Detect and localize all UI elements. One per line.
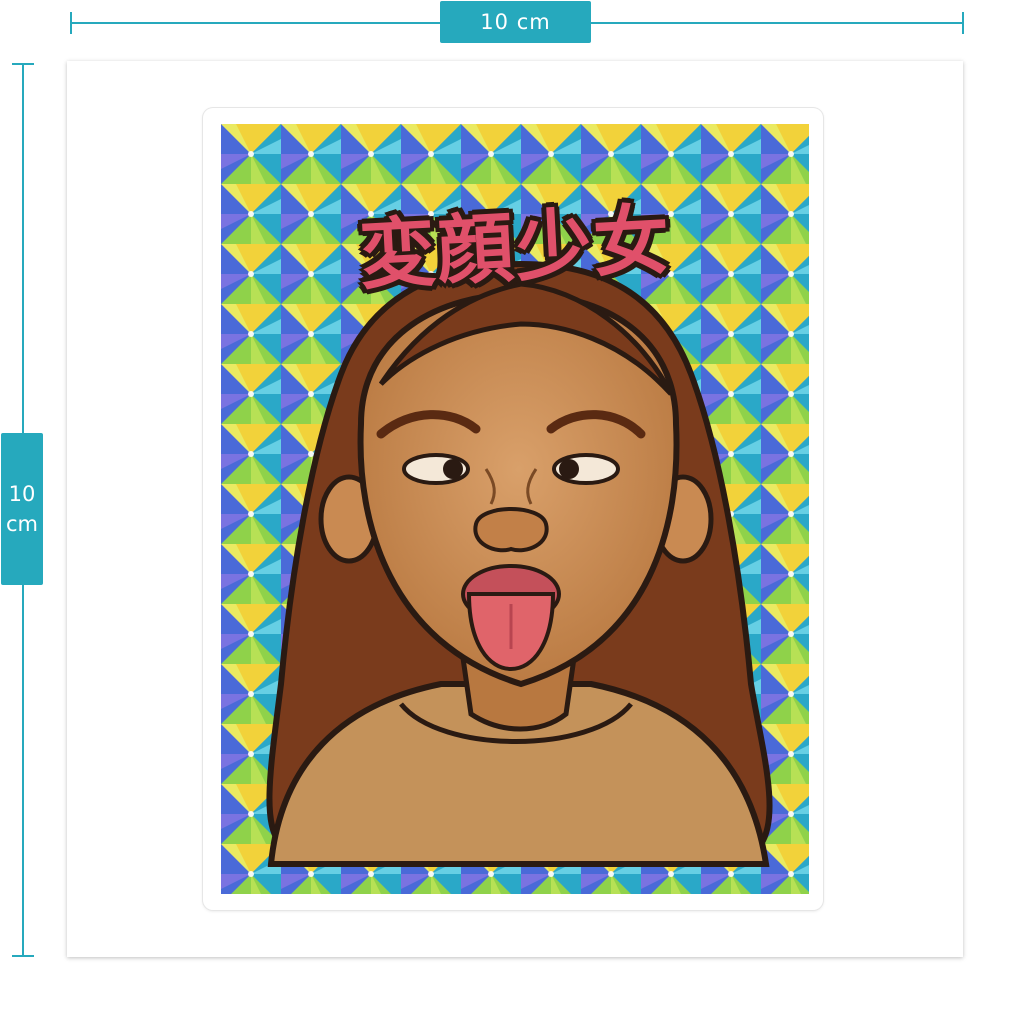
width-tick-right	[962, 12, 964, 34]
height-dimension-unit: cm	[5, 512, 38, 536]
height-tick-top	[12, 63, 34, 65]
width-tick-left	[70, 12, 72, 34]
nose	[473, 507, 549, 553]
height-tick-bottom	[12, 955, 34, 957]
right-pupil	[559, 459, 579, 479]
left-pupil	[443, 459, 463, 479]
height-dimension-label: 10 cm	[1, 433, 43, 585]
height-dimension-number: 10	[8, 482, 36, 506]
sticker-artwork: 変顔少女	[221, 124, 809, 894]
width-dimension-label: 10 cm	[440, 1, 591, 43]
